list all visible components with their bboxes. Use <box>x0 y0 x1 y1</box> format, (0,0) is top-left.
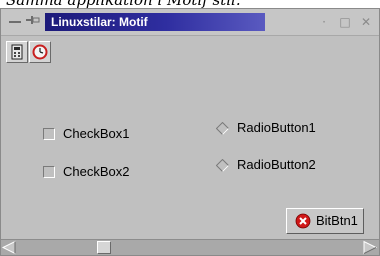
calculator-icon <box>11 44 23 60</box>
close-button[interactable]: ✕ <box>358 14 374 30</box>
caption-text: Samma applikation i Motif stil. <box>6 0 241 8</box>
maximize-button[interactable]: □ <box>337 14 353 30</box>
stop-icon <box>295 213 311 229</box>
close-icon: ✕ <box>360 15 372 29</box>
bitbtn1-label: BitBtn1 <box>316 213 358 228</box>
scroll-left-icon[interactable] <box>1 240 17 255</box>
pin-icon[interactable] <box>25 14 43 28</box>
radiobutton2[interactable] <box>216 159 229 172</box>
clock-icon <box>32 44 48 60</box>
scrollbar-thumb[interactable] <box>97 241 111 254</box>
checkbox1[interactable] <box>43 128 55 140</box>
app-window: Linuxstilar: Motif · □ ✕ CheckBox1 Check… <box>0 8 380 256</box>
checkbox2[interactable] <box>43 166 55 178</box>
caption-strip: Samma applikation i Motif stil. <box>0 0 380 8</box>
minimize-icon: · <box>322 15 326 29</box>
bitbtn1-button[interactable]: BitBtn1 <box>286 208 364 234</box>
window-title: Linuxstilar: Motif <box>45 13 265 31</box>
checkbox1-label[interactable]: CheckBox1 <box>63 126 129 141</box>
clock-button[interactable] <box>29 41 51 63</box>
radiobutton2-label[interactable]: RadioButton2 <box>237 157 316 172</box>
window-menu-icon[interactable] <box>9 21 21 23</box>
minimize-button[interactable]: · <box>316 14 332 30</box>
title-bar[interactable]: Linuxstilar: Motif · □ ✕ <box>1 9 379 36</box>
scroll-right-icon[interactable] <box>362 240 378 255</box>
calculator-button[interactable] <box>6 41 28 63</box>
radiobutton1[interactable] <box>216 122 229 135</box>
horizontal-scrollbar[interactable] <box>1 239 379 255</box>
maximize-icon: □ <box>339 15 351 29</box>
radiobutton1-label[interactable]: RadioButton1 <box>237 120 316 135</box>
checkbox2-label[interactable]: CheckBox2 <box>63 164 129 179</box>
